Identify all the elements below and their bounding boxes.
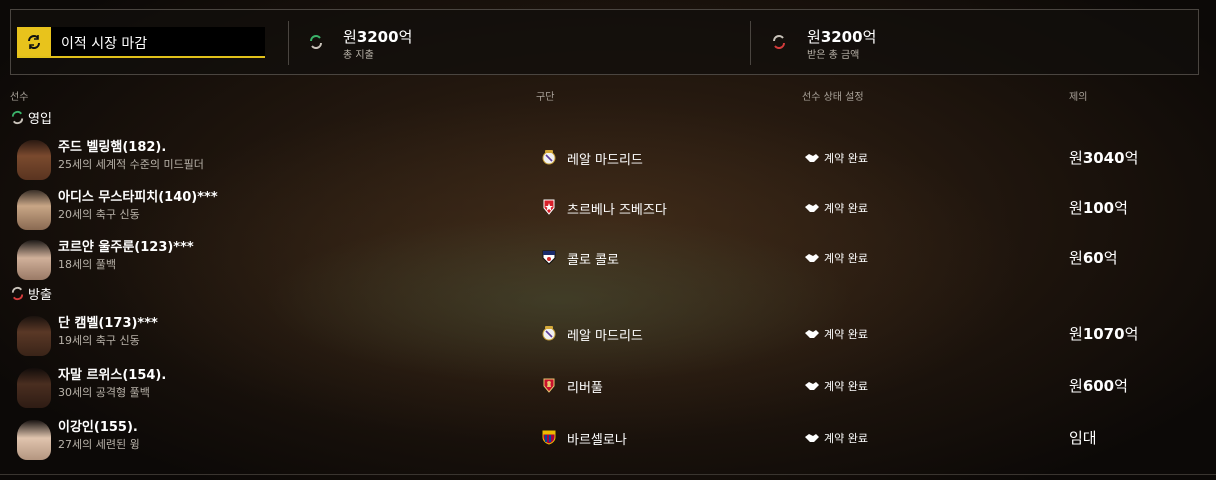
total-received-value: 원3200억 [807, 28, 877, 46]
offer-value: 원1070억 [1069, 325, 1139, 343]
contract-status: 계약 완료 [804, 150, 868, 166]
player-description: 25세의 세계적 수준의 미드필더 [58, 158, 204, 171]
table-row[interactable]: 이강인(155). 27세의 세련된 윙 바르셀로나 계약 완료 임대 [0, 416, 1216, 464]
spent-transfer-icon [310, 35, 322, 49]
outgoing-transfer-icon [11, 286, 24, 301]
handshake-icon [805, 204, 819, 212]
table-row[interactable]: 자말 르위스(154). 30세의 공격형 풀백 리버풀 계약 완료 원600억 [0, 364, 1216, 412]
player-name: 주드 벨링햄(182). [58, 140, 167, 155]
contract-status-label: 계약 완료 [824, 328, 868, 341]
contract-status-label: 계약 완료 [824, 380, 868, 393]
club-name: 콜로 콜로 [567, 253, 619, 268]
player-name: 이강인(155). [58, 420, 138, 435]
column-header-offer[interactable]: 제의 [1069, 88, 1087, 103]
barcelona-crest-icon [542, 430, 556, 445]
table-row[interactable]: 단 캠벨(173)*** 19세의 축구 신동 레알 마드리드 계약 완료 원1… [0, 312, 1216, 360]
section-outgoing: 방출 [10, 284, 52, 303]
total-received-label: 받은 총 금액 [807, 50, 860, 61]
contract-status: 계약 완료 [804, 378, 868, 394]
player-avatar [17, 368, 51, 408]
offer-value: 원3040억 [1069, 149, 1139, 167]
contract-status-label: 계약 완료 [824, 432, 868, 445]
colo-colo-crest-icon [542, 250, 556, 265]
handshake-icon [805, 154, 819, 162]
liverpool-crest-icon [543, 378, 555, 393]
handshake-icon [805, 330, 819, 338]
transfer-cycle-icon [17, 27, 51, 56]
player-name: 단 캠벨(173)*** [58, 316, 158, 331]
player-name: 아디스 무스타피치(140)*** [58, 190, 218, 205]
contract-status: 계약 완료 [804, 430, 868, 446]
contract-status: 계약 완료 [804, 200, 868, 216]
total-spent-value: 원3200억 [343, 28, 413, 46]
received-transfer-icon [773, 35, 785, 49]
player-description: 20세의 축구 신동 [58, 208, 140, 221]
player-name: 자말 르위스(154). [58, 368, 167, 383]
club-name: 바르셀로나 [567, 433, 627, 448]
table-row[interactable]: 주드 벨링햄(182). 25세의 세계적 수준의 미드필더 레알 마드리드 계… [0, 136, 1216, 184]
player-description: 30세의 공격형 풀백 [58, 386, 150, 399]
player-avatar [17, 190, 51, 230]
offer-value: 원60억 [1069, 249, 1118, 267]
section-outgoing-label: 방출 [28, 288, 52, 303]
red-star-crest-icon [543, 199, 555, 215]
section-incoming: 영입 [10, 108, 52, 127]
handshake-icon [805, 434, 819, 442]
transfer-deadline-button[interactable]: 이적 시장 마감 [17, 27, 265, 58]
club-name: 레알 마드리드 [567, 153, 643, 168]
player-description: 27세의 세련된 윙 [58, 438, 140, 451]
contract-status: 계약 완료 [804, 250, 868, 266]
player-avatar [17, 140, 51, 180]
transfer-summary-panel: 이적 시장 마감 원3200억 총 지출 원3200억 받은 총 금액 [10, 9, 1199, 75]
club-name: 레알 마드리드 [567, 329, 643, 344]
player-name: 코르얀 울주룬(123)*** [58, 240, 194, 255]
contract-status: 계약 완료 [804, 326, 868, 342]
handshake-icon [805, 254, 819, 262]
player-avatar [17, 420, 51, 460]
contract-status-label: 계약 완료 [824, 152, 868, 165]
divider [0, 474, 1216, 475]
club-name: 리버풀 [567, 381, 603, 396]
table-row[interactable]: 아디스 무스타피치(140)*** 20세의 축구 신동 츠르베나 즈베즈다 계… [0, 186, 1216, 234]
divider [750, 21, 751, 65]
incoming-transfer-icon [11, 110, 24, 125]
real-madrid-crest-icon [542, 150, 556, 165]
divider [288, 21, 289, 65]
contract-status-label: 계약 완료 [824, 252, 868, 265]
club-name: 츠르베나 즈베즈다 [567, 203, 667, 218]
offer-value: 임대 [1069, 429, 1097, 447]
table-row[interactable]: 코르얀 울주룬(123)*** 18세의 풀백 콜로 콜로 계약 완료 원60억 [0, 236, 1216, 284]
column-header-status[interactable]: 선수 상태 설정 [802, 88, 864, 103]
player-description: 18세의 풀백 [58, 258, 116, 271]
real-madrid-crest-icon [542, 326, 556, 341]
contract-status-label: 계약 완료 [824, 202, 868, 215]
player-avatar [17, 240, 51, 280]
player-description: 19세의 축구 신동 [58, 334, 140, 347]
offer-value: 원600억 [1069, 377, 1128, 395]
offer-value: 원100억 [1069, 199, 1128, 217]
handshake-icon [805, 382, 819, 390]
section-incoming-label: 영입 [28, 112, 52, 127]
deadline-label: 이적 시장 마감 [61, 36, 148, 52]
column-header-player[interactable]: 선수 [10, 88, 28, 103]
total-spent-label: 총 지출 [343, 50, 374, 61]
column-header-club[interactable]: 구단 [536, 88, 554, 103]
player-avatar [17, 316, 51, 356]
